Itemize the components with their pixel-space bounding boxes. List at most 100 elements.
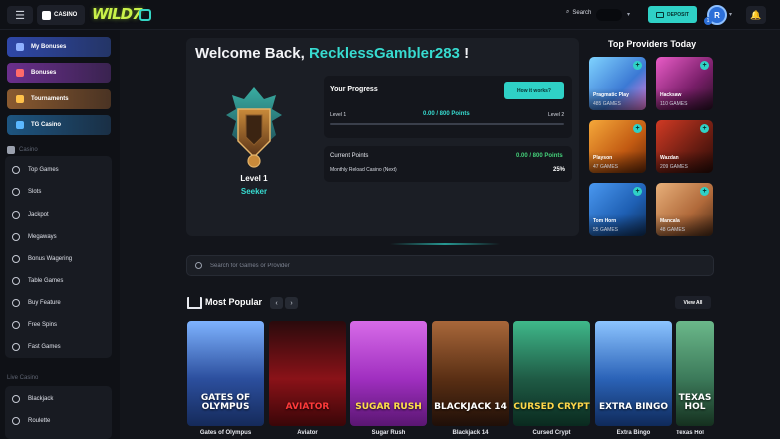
blackjack-icon — [12, 395, 20, 403]
game-name[interactable]: Aviator — [269, 430, 346, 436]
game-tile[interactable]: AVIATOR — [269, 321, 346, 426]
sidebar-promo-bonuses[interactable]: Bonuses — [7, 63, 111, 83]
sidebar-item-top-games[interactable]: Top Games — [12, 166, 59, 174]
provider-name: Hacksaw — [660, 92, 682, 98]
casino-button[interactable]: CASINO — [37, 5, 85, 25]
progress-level-to: Level 2 — [548, 112, 565, 118]
game-tile[interactable]: CURSED CRYPT — [513, 321, 590, 426]
site-logo[interactable]: WILD7 — [92, 5, 143, 25]
add-icon[interactable]: + — [700, 187, 709, 196]
search-label: Search — [572, 9, 592, 16]
provider-card[interactable]: + Playson 47 GAMES — [589, 120, 646, 173]
game-name[interactable]: Gates of Olympus — [187, 430, 264, 436]
provider-count: 485 GAMES — [593, 101, 621, 107]
search-toggle[interactable] — [596, 9, 622, 21]
add-icon[interactable]: + — [700, 61, 709, 70]
provider-card[interactable]: + Mancala 48 GAMES — [656, 183, 713, 236]
spin-icon — [12, 321, 20, 329]
provider-count: 48 GAMES — [660, 227, 686, 233]
gift-icon — [16, 69, 24, 77]
header-search[interactable]: ⌕ Search — [566, 9, 591, 16]
view-all-button[interactable]: View All — [675, 296, 711, 309]
how-it-works-button[interactable]: How it works? — [504, 82, 564, 99]
game-name[interactable]: Sugar Rush — [350, 430, 427, 436]
provider-name: Wazdan — [660, 155, 679, 161]
game-name[interactable]: Texas Hol — [676, 430, 714, 436]
welcome-title: Welcome Back, RecklessGambler283 ! — [195, 45, 470, 62]
provider-card[interactable]: + Hacksaw 110 GAMES — [656, 57, 713, 110]
slots-icon — [12, 188, 20, 196]
top-providers-title: Top Providers Today — [608, 39, 697, 49]
game-art-title: GATES OF OLYMPUS — [200, 393, 251, 412]
chevron-down-icon[interactable]: ▾ — [729, 11, 732, 18]
jackpot-icon — [12, 211, 20, 219]
game-art-title: TEXAS HOL — [678, 393, 712, 412]
game-search-bar[interactable] — [186, 255, 714, 276]
buy-icon — [12, 299, 20, 307]
provider-name: Mancala — [660, 218, 680, 224]
game-art-title: SUGAR RUSH — [355, 402, 422, 412]
sidebar-section-casino[interactable]: Casino — [7, 146, 38, 154]
provider-count: 55 GAMES — [593, 227, 619, 233]
trophy-icon — [12, 166, 20, 174]
game-name[interactable]: Blackjack 14 — [432, 430, 509, 436]
sidebar-live-panel — [5, 386, 112, 439]
lightning-icon — [12, 343, 20, 351]
wagering-icon — [12, 255, 20, 263]
add-icon[interactable]: + — [633, 187, 642, 196]
monthly-reload-label: Monthly Reload Casino (Next) — [330, 167, 397, 173]
level-label: Level 1 — [240, 174, 268, 183]
sidebar-section-live-casino[interactable]: Live Casino — [7, 375, 38, 381]
notifications-button[interactable]: 🔔 — [746, 6, 766, 24]
sidebar-item-fast-games[interactable]: Fast Games — [12, 343, 61, 351]
app-grid-icon[interactable] — [139, 9, 151, 21]
sidebar-item-free-spins[interactable]: Free Spins — [12, 321, 57, 329]
sidebar-item-roulette[interactable]: Roulette — [12, 417, 50, 425]
add-icon[interactable]: + — [633, 61, 642, 70]
sidebar-item-slots[interactable]: Slots — [12, 188, 41, 196]
carousel-prev-button[interactable]: ‹ — [270, 297, 283, 309]
provider-card[interactable]: + Pragmatic Play 485 GAMES — [589, 57, 646, 110]
game-tile[interactable]: EXTRA BINGO — [595, 321, 672, 426]
game-name[interactable]: Extra Bingo — [595, 430, 672, 436]
megaways-icon — [12, 233, 20, 241]
deposit-button[interactable]: DEPOSIT — [648, 6, 697, 23]
sidebar-promo-tg-casino[interactable]: TG Casino — [7, 115, 111, 135]
casino-icon — [7, 146, 15, 154]
sidebar-item-buy-feature[interactable]: Buy Feature — [12, 299, 61, 307]
level-badge-icon — [226, 87, 282, 168]
sidebar-item-bonus-wagering[interactable]: Bonus Wagering — [12, 255, 72, 263]
bell-icon: 🔔 — [750, 9, 762, 20]
sidebar-promo-my-bonuses[interactable]: My Bonuses — [7, 37, 111, 57]
provider-name: Pragmatic Play — [593, 92, 629, 98]
deposit-label: DEPOSIT — [667, 11, 689, 18]
most-popular-title: Most Popular — [205, 297, 263, 307]
sidebar-item-megaways[interactable]: Megaways — [12, 233, 57, 241]
add-icon[interactable]: + — [633, 124, 642, 133]
game-tile[interactable]: SUGAR RUSH — [350, 321, 427, 426]
game-tile[interactable]: BLACKJACK 14 — [432, 321, 509, 426]
carousel-next-button[interactable]: › — [285, 297, 298, 309]
add-icon[interactable]: + — [700, 124, 709, 133]
provider-card[interactable]: + Wazdan 209 GAMES — [656, 120, 713, 173]
sidebar-item-blackjack[interactable]: Blackjack — [12, 395, 53, 403]
trophy-icon — [16, 95, 24, 103]
rank-label: Seeker — [240, 187, 268, 196]
game-art-title: BLACKJACK 14 — [434, 402, 507, 412]
provider-card[interactable]: + Tom Horn 55 GAMES — [589, 183, 646, 236]
game-tile[interactable]: TEXAS HOL — [676, 321, 714, 426]
monthly-reload-value: 25% — [553, 167, 566, 173]
hamburger-icon: ☰ — [15, 9, 25, 22]
game-search-input[interactable] — [210, 262, 610, 269]
telegram-icon — [16, 121, 24, 129]
chevron-down-icon[interactable]: ▾ — [627, 11, 630, 18]
game-name[interactable]: Cursed Crypt — [513, 430, 590, 436]
sidebar-promo-tournaments[interactable]: Tournaments — [7, 89, 111, 109]
game-tile[interactable]: GATES OF OLYMPUS — [187, 321, 264, 426]
sidebar-item-table-games[interactable]: Table Games — [12, 277, 63, 285]
username: RecklessGambler283 — [308, 45, 460, 62]
casino-icon — [42, 10, 51, 20]
sidebar-item-jackpot[interactable]: Jackpot — [12, 211, 49, 219]
wallet-icon — [656, 11, 665, 18]
menu-button[interactable]: ☰ — [7, 6, 33, 24]
